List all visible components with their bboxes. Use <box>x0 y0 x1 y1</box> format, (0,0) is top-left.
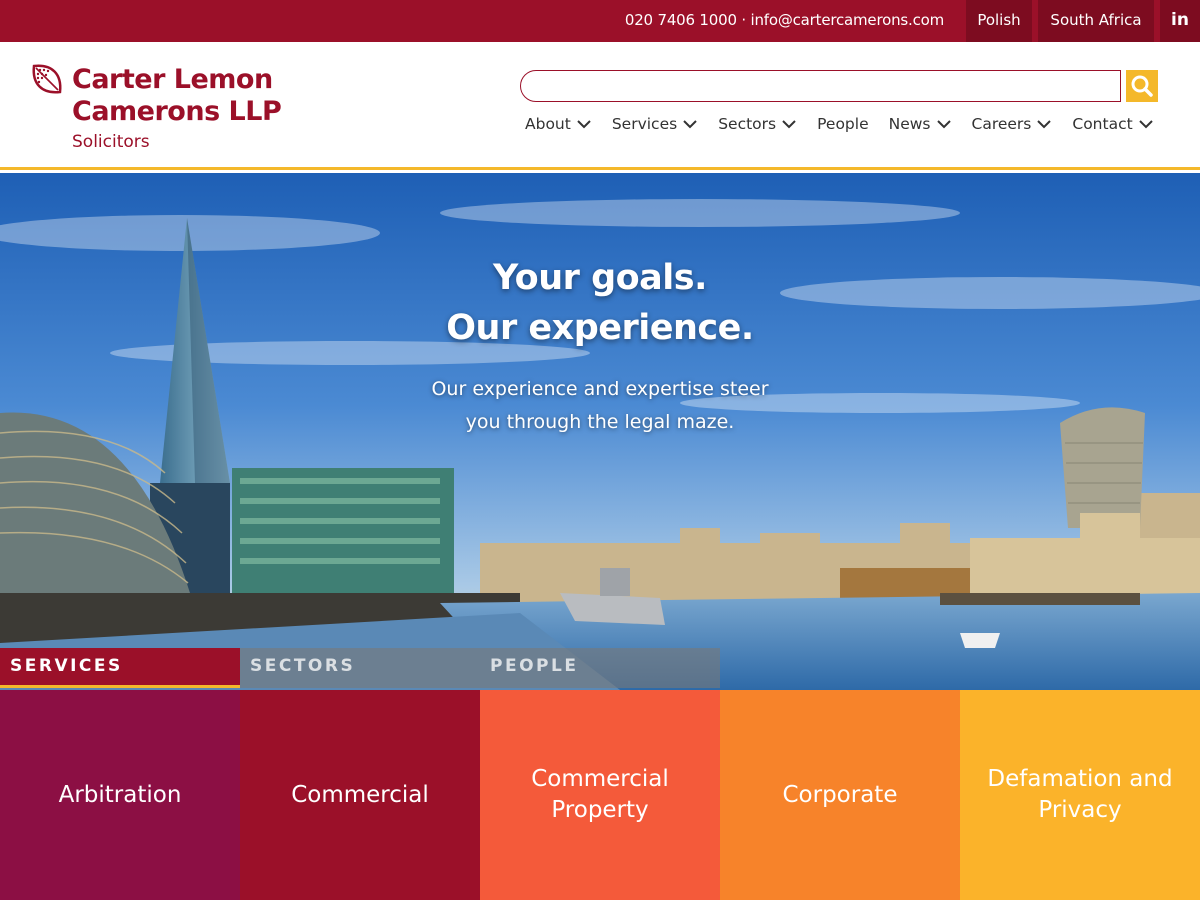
service-tile-commercial[interactable]: Commercial <box>240 690 480 900</box>
nav-services[interactable]: Services <box>612 112 698 136</box>
contact-info[interactable]: 020 7406 1000 · info@cartercamerons.com <box>560 0 960 42</box>
service-tile-arbitration[interactable]: Arbitration <box>0 690 240 900</box>
search-icon <box>1131 75 1153 97</box>
chevron-down-icon <box>683 120 697 129</box>
nav-news-label: News <box>888 115 931 133</box>
main-nav: About Services Sectors People News Caree… <box>520 112 1154 136</box>
category-tabs: SERVICES SECTORS PEOPLE <box>0 648 720 688</box>
nav-news[interactable]: News <box>889 112 952 136</box>
tab-services[interactable]: SERVICES <box>0 648 240 688</box>
nav-sectors[interactable]: Sectors <box>718 112 797 136</box>
tab-people[interactable]: PEOPLE <box>480 648 720 688</box>
site-header: Carter Lemon Camerons LLP Solicitors Abo… <box>0 42 1200 170</box>
logo-tagline: Solicitors <box>72 132 150 152</box>
logo-name-line1: Carter Lemon <box>72 64 273 95</box>
logo-name-line2: Camerons LLP <box>72 96 282 127</box>
service-tile-commercial-property[interactable]: Commercial Property <box>480 690 720 900</box>
nav-people-label: People <box>817 115 869 133</box>
linkedin-icon[interactable]: in <box>1160 0 1200 42</box>
site-logo[interactable]: Carter Lemon Camerons LLP Solicitors <box>30 60 290 160</box>
chevron-down-icon <box>936 120 951 129</box>
hero-subtitle-line1: Our experience and expertise steer <box>431 378 769 400</box>
nav-people[interactable]: People <box>817 112 869 136</box>
chevron-down-icon <box>1037 120 1052 129</box>
hero-banner: Your goals. Our experience. Our experien… <box>0 173 1200 690</box>
hero-subtitle-line2: you through the legal maze. <box>465 411 735 433</box>
nav-contact-label: Contact <box>1072 115 1133 133</box>
service-tiles: Arbitration Commercial Commercial Proper… <box>0 690 1200 900</box>
nav-about-label: About <box>525 115 571 133</box>
chevron-down-icon <box>577 120 591 129</box>
hero-title-line2: Our experience. <box>446 308 754 348</box>
service-tile-defamation-privacy[interactable]: Defamation and Privacy <box>960 690 1200 900</box>
nav-sectors-label: Sectors <box>718 115 777 133</box>
nav-careers[interactable]: Careers <box>972 112 1053 136</box>
hero-title: Your goals. Our experience. <box>300 253 900 353</box>
logo-leaf-icon <box>32 64 62 94</box>
nav-careers-label: Careers <box>971 115 1032 133</box>
search-button[interactable] <box>1126 70 1158 102</box>
chevron-down-icon <box>782 120 796 129</box>
service-tile-corporate[interactable]: Corporate <box>720 690 960 900</box>
language-south-africa-button[interactable]: South Africa <box>1038 0 1154 42</box>
search-input[interactable] <box>520 70 1121 102</box>
tab-sectors[interactable]: SECTORS <box>240 648 480 688</box>
top-bar: 020 7406 1000 · info@cartercamerons.com … <box>0 0 1200 42</box>
hero-title-line1: Your goals. <box>493 258 707 298</box>
chevron-down-icon <box>1138 120 1153 129</box>
nav-services-label: Services <box>611 115 678 133</box>
hero-subtitle: Our experience and expertise steer you t… <box>350 373 850 439</box>
nav-contact[interactable]: Contact <box>1072 112 1153 136</box>
language-polish-button[interactable]: Polish <box>966 0 1032 42</box>
nav-about[interactable]: About <box>525 112 592 136</box>
